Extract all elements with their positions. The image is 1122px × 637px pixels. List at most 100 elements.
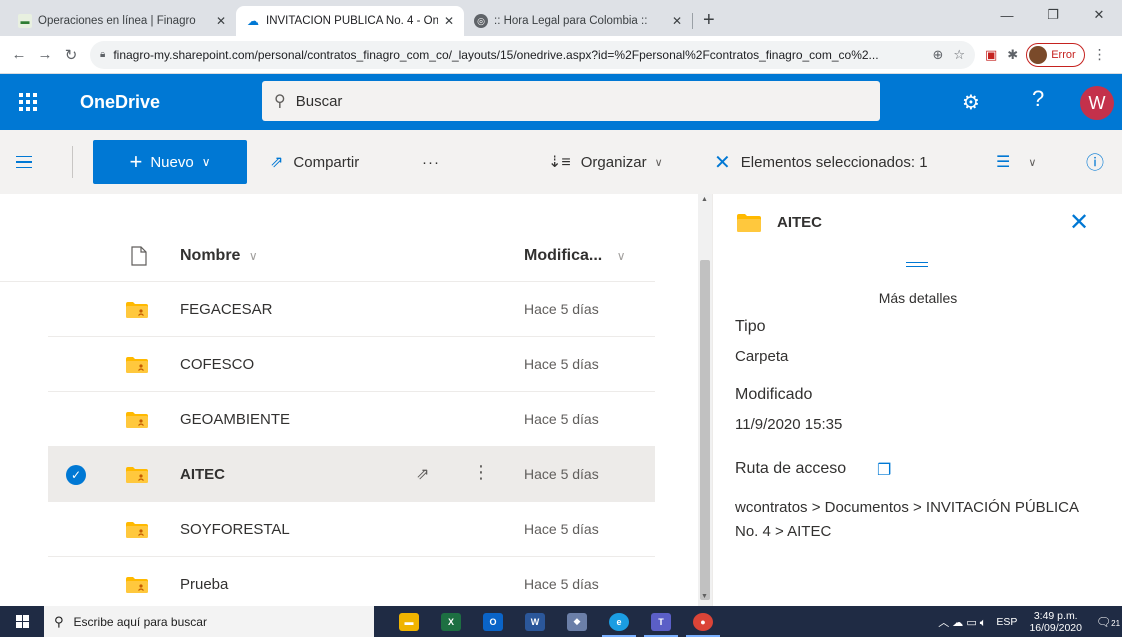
user-avatar[interactable]: W xyxy=(1080,86,1114,120)
file-row-geoambiente[interactable]: GEOAMBIENTE Hace 5 días xyxy=(48,392,655,447)
shared-folder-icon xyxy=(126,412,148,428)
extension-pocket-icon[interactable]: ▣ xyxy=(985,47,997,63)
onedrive-cloud-icon: ☁ xyxy=(247,14,259,28)
tray-icons[interactable]: ︿ ☁ ▭ 🔈︎ xyxy=(938,614,986,630)
profile-error-button[interactable]: Error xyxy=(1026,42,1085,67)
search-input[interactable]: ⚲ Buscar xyxy=(262,81,880,121)
file-row-cofesco[interactable]: COFESCO Hace 5 días xyxy=(48,337,655,392)
row-share-icon[interactable]: ⇗ xyxy=(416,464,429,484)
browser-menu-icon[interactable]: ⋮ xyxy=(1093,46,1107,63)
clear-selection-button[interactable]: ✕ Elementos seleccionados: 1 xyxy=(714,130,928,194)
system-tray: ︿ ☁ ▭ 🔈︎ ESP 3:49 p.m. 16/09/2020 🗨︎21 xyxy=(938,606,1122,637)
language-indicator[interactable]: ESP xyxy=(996,616,1017,628)
outlook-icon[interactable]: O xyxy=(472,606,514,637)
file-explorer-icon[interactable]: ▬ xyxy=(388,606,430,637)
bookmark-star-icon[interactable]: ☆ xyxy=(953,47,965,63)
teams-icon[interactable]: T xyxy=(640,606,682,637)
view-list-icon: ☰ xyxy=(996,154,1011,171)
file-row-soyforestal[interactable]: SOYFORESTAL Hace 5 días xyxy=(48,502,655,557)
column-header-modified[interactable]: Modifica... ∨ xyxy=(524,247,625,265)
share-button[interactable]: ⇗ Compartir xyxy=(270,130,359,194)
file-row-prueba[interactable]: Prueba Hace 5 días xyxy=(48,557,655,606)
shared-folder-icon xyxy=(126,522,148,538)
modified-value: 11/9/2020 15:35 xyxy=(735,416,843,433)
profile-avatar xyxy=(1029,45,1048,64)
url-text: finagro-my.sharepoint.com/personal/contr… xyxy=(113,47,879,62)
help-question-icon[interactable]: ? xyxy=(1032,86,1044,112)
type-value: Carpeta xyxy=(735,348,789,365)
file-name[interactable]: GEOAMBIENTE xyxy=(180,411,290,428)
settings-gear-icon[interactable]: ⚙ xyxy=(962,90,980,115)
type-label: Tipo xyxy=(735,318,766,335)
browser-tab-strip: ▬ Operaciones en línea | Finagro ✕ ☁ INV… xyxy=(0,0,1122,36)
file-modified: Hace 5 días xyxy=(524,411,599,427)
file-row-aitec[interactable]: ✓ AITEC ⇗ ⋮ Hace 5 días xyxy=(48,447,655,502)
minimize-icon[interactable]: — xyxy=(984,0,1030,30)
people-app-icon[interactable]: ◆ xyxy=(556,606,598,637)
close-window-icon[interactable]: ✕ xyxy=(1076,0,1122,30)
folder-icon xyxy=(737,214,761,232)
search-placeholder: Buscar xyxy=(295,92,343,110)
browser-tab-onedrive[interactable]: ☁ INVITACIÓN PÚBLICA No. 4 - On ✕ xyxy=(236,6,464,36)
address-bar[interactable]: 🔒︎ finagro-my.sharepoint.com/personal/co… xyxy=(90,40,975,69)
scroll-down-icon[interactable]: ▼ xyxy=(701,593,708,600)
list-scrollbar[interactable]: ▲ ▼ xyxy=(698,194,712,606)
new-tab-plus-icon[interactable]: + xyxy=(703,9,715,32)
file-name[interactable]: Prueba xyxy=(180,576,228,593)
excel-icon[interactable]: X xyxy=(430,606,472,637)
file-name[interactable]: FEGACESAR xyxy=(180,301,273,318)
hamburger-menu-icon[interactable] xyxy=(0,155,48,169)
info-pane-button[interactable]: ⓘ xyxy=(1086,130,1114,194)
browser-toolbar: ← → ↻ 🔒︎ finagro-my.sharepoint.com/perso… xyxy=(0,36,1122,74)
browser-tab-finagro[interactable]: ▬ Operaciones en línea | Finagro ✕ xyxy=(8,6,236,36)
chrome-icon[interactable]: ● xyxy=(682,606,724,637)
onedrive-header: OneDrive ⚲ Buscar ⚙ ? W xyxy=(0,74,1122,130)
chevron-down-icon: ∨ xyxy=(201,155,211,169)
drag-handle-icon[interactable] xyxy=(906,262,928,267)
extensions-puzzle-icon[interactable]: ✱ xyxy=(1007,47,1018,63)
windows-start-icon[interactable] xyxy=(0,615,44,628)
new-button[interactable]: + Nuevo ∨ xyxy=(93,140,247,184)
reload-icon[interactable]: ↻ xyxy=(58,46,84,64)
more-details-link[interactable]: Más detalles xyxy=(713,290,1122,306)
browser-tab-hora-legal[interactable]: ◎ :: Hora Legal para Colombia :: ✕ xyxy=(464,6,692,36)
back-arrow-icon[interactable]: ← xyxy=(6,46,32,63)
chevron-down-icon: ∨ xyxy=(1028,156,1037,169)
file-name[interactable]: SOYFORESTAL xyxy=(180,521,290,538)
modified-label: Modificado xyxy=(735,386,813,403)
column-header-name[interactable]: Nombre ∨ xyxy=(180,247,258,265)
file-name[interactable]: COFESCO xyxy=(180,356,254,373)
file-row-fegacesar[interactable]: FEGACESAR Hace 5 días xyxy=(48,282,655,337)
shared-folder-icon xyxy=(126,467,148,483)
row-more-icon[interactable]: ⋮ xyxy=(472,462,490,483)
close-details-icon[interactable]: ✕ xyxy=(1069,208,1089,237)
view-options-button[interactable]: ☰ ∨ xyxy=(996,130,1036,194)
clock[interactable]: 3:49 p.m. 16/09/2020 xyxy=(1029,610,1082,634)
command-bar: + Nuevo ∨ ⇗ Compartir ··· ⇣≡ Organizar ∨… xyxy=(0,130,1122,194)
file-modified: Hace 5 días xyxy=(524,521,599,537)
scrollbar-thumb[interactable] xyxy=(700,260,710,600)
app-name[interactable]: OneDrive xyxy=(80,92,160,113)
more-commands-button[interactable]: ··· xyxy=(422,130,440,194)
close-tab-icon[interactable]: ✕ xyxy=(444,14,454,28)
taskbar-apps: ▬ X O W ◆ e T ● xyxy=(388,606,724,637)
checkmark-icon[interactable]: ✓ xyxy=(66,465,86,485)
close-tab-icon[interactable]: ✕ xyxy=(672,14,682,28)
restore-icon[interactable]: ❐ xyxy=(1030,0,1076,30)
scroll-up-icon[interactable]: ▲ xyxy=(701,196,708,203)
file-modified: Hace 5 días xyxy=(524,466,599,482)
close-tab-icon[interactable]: ✕ xyxy=(216,14,226,28)
notifications-icon[interactable]: 🗨︎21 xyxy=(1094,614,1122,629)
forward-arrow-icon[interactable]: → xyxy=(32,46,58,63)
details-title: AITEC xyxy=(777,214,822,231)
file-name[interactable]: AITEC xyxy=(180,466,225,483)
zoom-icon[interactable]: ⊕ xyxy=(932,47,943,63)
window-controls: — ❐ ✕ xyxy=(984,0,1122,30)
copy-path-icon[interactable]: ❐ xyxy=(877,460,891,480)
sort-button[interactable]: ⇣≡ Organizar ∨ xyxy=(548,130,663,194)
word-icon[interactable]: W xyxy=(514,606,556,637)
file-modified: Hace 5 días xyxy=(524,356,599,372)
edge-icon[interactable]: e xyxy=(598,606,640,637)
app-launcher-waffle-icon[interactable] xyxy=(0,74,56,130)
taskbar-search-input[interactable]: ⚲ Escribe aquí para buscar xyxy=(44,606,374,637)
